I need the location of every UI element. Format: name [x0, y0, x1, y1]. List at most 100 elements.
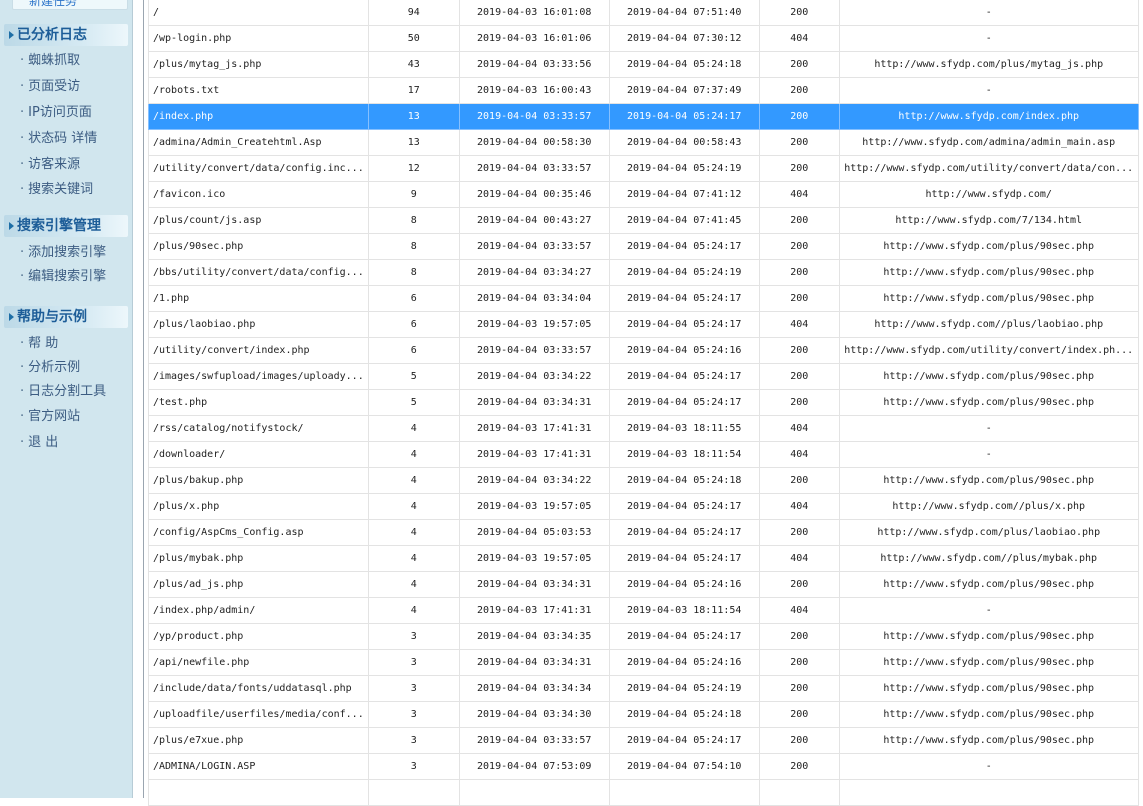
- cell-hits: 8: [367, 259, 460, 286]
- sidebar-section-search-engine-management[interactable]: 搜索引擎管理: [4, 215, 128, 237]
- cell-first-visit: 2019-04-04 03:34:04: [458, 285, 610, 312]
- cell-path: /ADMINA/LOGIN.ASP: [148, 753, 369, 780]
- cell-hits: 9: [367, 181, 460, 208]
- cell-referrer: http://www.sfydp.com/7/134.html: [838, 207, 1139, 234]
- table-row-selected[interactable]: /index.php 13 2019-04-04 03:33:57 2019-04-0…: [148, 103, 1139, 130]
- cell-last-visit: [608, 779, 760, 806]
- sidebar-item-ip-pages[interactable]: · IP访问页面: [20, 103, 130, 123]
- table-row[interactable]: /plus/ad_js.php 4 2019-04-04 03:34:31 2019-…: [148, 571, 1139, 598]
- table-row[interactable]: /downloader/4 2019-04-03 17:41:31 2019-04-…: [148, 441, 1139, 468]
- cell-status-code: 200: [758, 389, 840, 416]
- cell-path: /plus/count/js.asp: [148, 207, 369, 234]
- cell-referrer: -: [838, 441, 1139, 468]
- table-row[interactable]: /rss/catalog/notifystock/4 2019-04-03 17:…: [148, 415, 1139, 442]
- expand-arrow-icon: [9, 313, 14, 321]
- cell-last-visit: 2019-04-04 05:24:16: [608, 337, 760, 364]
- cell-last-visit: 2019-04-04 05:24:17: [608, 311, 760, 338]
- table-row[interactable]: /config/AspCms_Config.asp 4 2019-04-04 05:…: [148, 519, 1139, 546]
- cell-first-visit: 2019-04-04 03:34:31: [458, 571, 610, 598]
- table-row[interactable]: /94 2019-04-03 16:01:08 2019-04-04 07:51:4…: [148, 0, 1139, 26]
- table-row[interactable]: /plus/count/js.asp 8 2019-04-04 00:43:27 20…: [148, 207, 1139, 234]
- cell-referrer: -: [838, 597, 1139, 624]
- cell-path: /plus/laobiao.php: [148, 311, 369, 338]
- sidebar-item-visitor-source[interactable]: · 访客来源: [20, 155, 130, 175]
- table-row[interactable]: /robots.txt 17 2019-04-03 16:00:43 2019-04-…: [148, 77, 1139, 104]
- sidebar-item-new-task[interactable]: 新建任务: [12, 0, 128, 10]
- table-row[interactable]: /ADMINA/LOGIN.ASP 3 2019-04-04 07:53:09 201…: [148, 753, 1139, 780]
- cell-status-code: 200: [758, 701, 840, 728]
- cell-status-code: 200: [758, 337, 840, 364]
- table-row[interactable]: /uploadfile/userfiles/media/conf... 3 2019…: [148, 701, 1139, 728]
- table-row[interactable]: /1.php 6 2019-04-04 03:34:04 2019-04-04 05:…: [148, 285, 1139, 312]
- cell-last-visit: 2019-04-04 05:24:17: [608, 727, 760, 754]
- sidebar-item-help[interactable]: · 帮 助: [20, 334, 130, 354]
- cell-referrer: http://www.sfydp.com//plus/mybak.php: [838, 545, 1139, 572]
- cell-status-code: 200: [758, 363, 840, 390]
- cell-hits: 3: [367, 701, 460, 728]
- table-row[interactable]: /plus/90sec.php 8 2019-04-04 03:33:57 2019-…: [148, 233, 1139, 260]
- sidebar-item-examples[interactable]: · 分析示例: [20, 358, 130, 378]
- cell-status-code: 200: [758, 285, 840, 312]
- sidebar-item-status-code[interactable]: · 状态码 详情: [20, 129, 130, 149]
- table-row[interactable]: /favicon.ico 9 2019-04-04 00:35:46 2019-04-…: [148, 181, 1139, 208]
- cell-referrer: http://www.sfydp.com/plus/90sec.php: [838, 701, 1139, 728]
- sidebar-item-label: 页面受访: [28, 79, 81, 94]
- table-row[interactable]: /utility/convert/index.php 6 2019-04-04 03…: [148, 337, 1139, 364]
- sidebar-item-label: 分析示例: [28, 360, 81, 375]
- table-row[interactable]: /plus/e7xue.php 3 2019-04-04 03:33:57 2019-…: [148, 727, 1139, 754]
- sidebar-item-page-visits[interactable]: · 页面受访: [20, 77, 130, 97]
- cell-path: /api/newfile.php: [148, 649, 369, 676]
- table-row[interactable]: /test.php 5 2019-04-04 03:34:31 2019-04-04 …: [148, 389, 1139, 416]
- table-row[interactable]: /plus/mybak.php 4 2019-04-03 19:57:05 2019-…: [148, 545, 1139, 572]
- table-row[interactable]: /wp-login.php 50 2019-04-03 16:01:06 2019-0…: [148, 25, 1139, 52]
- cell-status-code: 200: [758, 519, 840, 546]
- cell-status-code: 404: [758, 545, 840, 572]
- table-row[interactable]: /index.php/admin/4 2019-04-03 17:41:31 201…: [148, 597, 1139, 624]
- table-row[interactable]: /api/newfile.php 3 2019-04-04 03:34:31 2019…: [148, 649, 1139, 676]
- sidebar-item-add-search-engine[interactable]: · 添加搜索引擎: [20, 243, 130, 263]
- table-row[interactable]: /include/data/fonts/uddatasql.php 3 2019-0…: [148, 675, 1139, 702]
- cell-referrer: http://www.sfydp.com/plus/90sec.php: [838, 285, 1139, 312]
- sidebar-item-label: 帮 助: [28, 336, 59, 351]
- table-row[interactable]: /utility/convert/data/config.inc... 12 201…: [148, 155, 1139, 182]
- cell-referrer: http://www.sfydp.com/plus/laobiao.php: [838, 519, 1139, 546]
- sidebar-item-search-keywords[interactable]: · 搜索关键词: [20, 180, 130, 200]
- sidebar-section-analyzed-logs[interactable]: 已分析日志: [4, 24, 128, 46]
- table-row[interactable]: /plus/mytag_js.php 43 2019-04-04 03:33:56 2…: [148, 51, 1139, 78]
- table-row[interactable]: /yp/product.php 3 2019-04-04 03:34:35 2019-…: [148, 623, 1139, 650]
- cell-path: /rss/catalog/notifystock/: [148, 415, 369, 442]
- sidebar-section-help-examples[interactable]: 帮助与示例: [4, 306, 128, 328]
- cell-referrer: http://www.sfydp.com/index.php: [838, 103, 1139, 130]
- cell-path: /plus/mytag_js.php: [148, 51, 369, 78]
- cell-first-visit: 2019-04-03 17:41:31: [458, 441, 610, 468]
- bullet-icon: ·: [20, 360, 25, 375]
- cell-last-visit: 2019-04-04 05:24:17: [608, 285, 760, 312]
- cell-path: /images/swfupload/images/uploady...: [148, 363, 369, 390]
- cell-referrer: -: [838, 0, 1139, 26]
- sidebar-item-exit[interactable]: · 退 出: [20, 433, 130, 453]
- sidebar-item-spider-crawl[interactable]: · 蜘蛛抓取: [20, 51, 130, 71]
- cell-status-code: 404: [758, 441, 840, 468]
- sidebar-item-official-site[interactable]: · 官方网站: [20, 407, 130, 427]
- cell-hits: 5: [367, 363, 460, 390]
- table-row[interactable]: /bbs/utility/convert/data/config... 8 2019…: [148, 259, 1139, 286]
- sidebar-item-edit-search-engine[interactable]: · 编辑搜索引擎: [20, 267, 130, 287]
- cell-path: /wp-login.php: [148, 25, 369, 52]
- cell-hits: 50: [367, 25, 460, 52]
- sidebar-item-log-split-tool[interactable]: · 日志分割工具: [20, 382, 130, 402]
- cell-referrer: http://www.sfydp.com/plus/90sec.php: [838, 467, 1139, 494]
- cell-last-visit: 2019-04-04 07:51:40: [608, 0, 760, 26]
- cell-status-code: [758, 779, 840, 806]
- table-row[interactable]: /plus/laobiao.php 6 2019-04-03 19:57:05 201…: [148, 311, 1139, 338]
- bullet-icon: ·: [20, 105, 25, 120]
- table-row[interactable]: /admina/Admin_Createhtml.Asp 13 2019-04-04…: [148, 129, 1139, 156]
- cell-status-code: 200: [758, 233, 840, 260]
- log-table: /94 2019-04-03 16:01:08 2019-04-04 07:51:4…: [148, 0, 1139, 806]
- table-row[interactable]: /images/swfupload/images/uploady... 5 2019…: [148, 363, 1139, 390]
- cell-last-visit: 2019-04-04 05:24:17: [608, 493, 760, 520]
- table-row[interactable]: /plus/bakup.php 4 2019-04-04 03:34:22 2019-…: [148, 467, 1139, 494]
- bullet-icon: ·: [20, 131, 25, 146]
- table-row[interactable]: [148, 779, 1139, 806]
- table-row[interactable]: /plus/x.php 4 2019-04-03 19:57:05 2019-04-0…: [148, 493, 1139, 520]
- cell-path: /admina/Admin_Createhtml.Asp: [148, 129, 369, 156]
